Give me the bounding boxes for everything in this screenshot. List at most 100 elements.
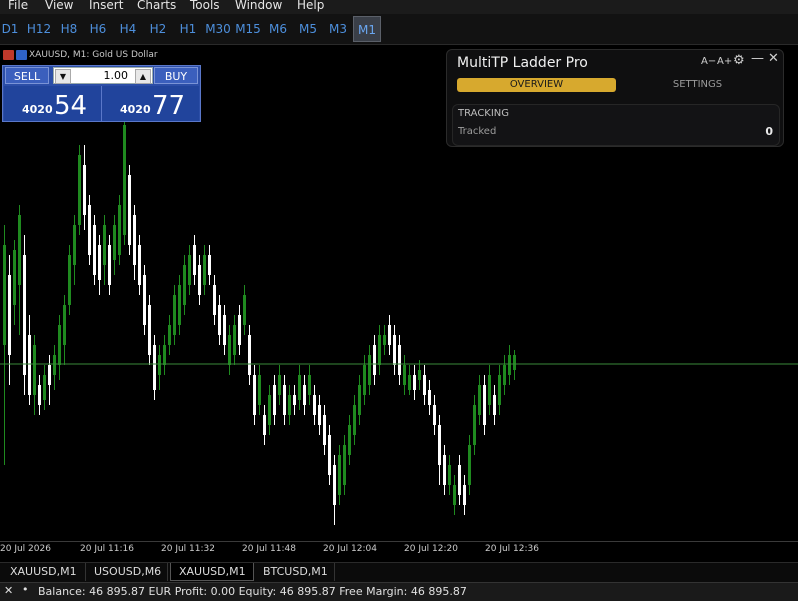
candle-body bbox=[443, 455, 446, 485]
timeframe-h1[interactable]: H1 bbox=[177, 16, 199, 42]
candle-body bbox=[333, 465, 336, 505]
candle-body bbox=[178, 285, 181, 325]
candle-body bbox=[288, 395, 291, 415]
sell-price-button[interactable]: 4020 54 bbox=[4, 86, 102, 121]
timeframe-d1[interactable]: D1 bbox=[0, 16, 20, 42]
candle-body bbox=[353, 405, 356, 435]
timeframe-m5[interactable]: M5 bbox=[297, 16, 319, 42]
trade-icon[interactable] bbox=[16, 49, 27, 60]
candle-body bbox=[398, 345, 401, 375]
lot-size-field[interactable]: ▼ 1.00 ▲ bbox=[53, 67, 153, 84]
candle-body bbox=[253, 375, 256, 415]
candle-body bbox=[263, 415, 266, 435]
sell-button[interactable]: SELL bbox=[5, 67, 49, 84]
account-summary: Balance: 46 895.87 EUR Profit: 0.00 Equi… bbox=[38, 585, 467, 598]
candle-body bbox=[448, 465, 451, 485]
tab-settings[interactable]: SETTINGS bbox=[622, 78, 773, 92]
menu-view[interactable]: View bbox=[45, 0, 73, 12]
candle-body bbox=[103, 225, 106, 265]
candle-body bbox=[63, 305, 66, 345]
tab-overview[interactable]: OVERVIEW bbox=[457, 78, 616, 92]
candle-body bbox=[283, 385, 286, 415]
buy-button[interactable]: BUY bbox=[154, 67, 198, 84]
candle-body bbox=[108, 245, 111, 285]
candle-body bbox=[183, 265, 186, 305]
timeframe-h6[interactable]: H6 bbox=[87, 16, 109, 42]
candle-body bbox=[463, 485, 466, 505]
buy-price-pips: 77 bbox=[152, 91, 186, 121]
menu-tools[interactable]: Tools bbox=[190, 0, 220, 12]
buy-price-button[interactable]: 4020 77 bbox=[102, 86, 199, 121]
candle-body bbox=[438, 425, 441, 465]
chart-tab-xauusd-m1[interactable]: XAUUSD,M1 bbox=[2, 563, 86, 581]
close-icon[interactable]: ✕ bbox=[768, 51, 779, 66]
chart-tab-usousd-m6[interactable]: USOUSD,M6 bbox=[86, 563, 168, 581]
font-decrease-button[interactable]: A− bbox=[701, 56, 716, 67]
candle-body bbox=[38, 385, 41, 405]
candle-body bbox=[273, 385, 276, 415]
timeframe-m30[interactable]: M30 bbox=[204, 16, 232, 42]
chart-tab-xauusd-m1-active[interactable]: XAUUSD,M1 bbox=[170, 563, 254, 581]
settings-gear-icon[interactable]: ⚙ bbox=[733, 53, 745, 68]
price-chart[interactable]: XAUUSD, M1: Gold US Dollar SELL ▼ 1.00 ▲… bbox=[0, 45, 798, 562]
menu-file[interactable]: File bbox=[8, 0, 28, 12]
timeframe-toolbar: D1 H12 H8 H6 H4 H2 H1 M30 M15 M6 M5 M3 M… bbox=[0, 14, 798, 45]
chart-icon bbox=[3, 49, 14, 60]
candle-body bbox=[428, 390, 431, 405]
timeframe-m1[interactable]: M1 bbox=[353, 16, 381, 42]
lot-decrease-icon[interactable]: ▼ bbox=[55, 69, 71, 84]
candle-body bbox=[113, 225, 116, 260]
candle-body bbox=[73, 225, 76, 265]
timeframe-m3[interactable]: M3 bbox=[327, 16, 349, 42]
timeframe-m15[interactable]: M15 bbox=[234, 16, 262, 42]
one-click-trading-panel: SELL ▼ 1.00 ▲ BUY 4020 54 4020 77 bbox=[2, 65, 201, 122]
multitp-panel: MultiTP Ladder Pro A− A+ ⚙ — ✕ OVERVIEW … bbox=[446, 49, 784, 147]
timeframe-h4[interactable]: H4 bbox=[117, 16, 139, 42]
candle-body bbox=[498, 375, 501, 405]
candle-body bbox=[213, 285, 216, 315]
menu-charts[interactable]: Charts bbox=[137, 0, 176, 12]
candle-body bbox=[243, 295, 246, 325]
candle-body bbox=[493, 395, 496, 415]
candle-body bbox=[158, 355, 161, 375]
candle-body bbox=[233, 325, 236, 355]
candle-body bbox=[358, 385, 361, 415]
font-increase-button[interactable]: A+ bbox=[717, 56, 732, 67]
sell-price-prefix: 4020 bbox=[22, 103, 53, 116]
timeframe-m6[interactable]: M6 bbox=[267, 16, 289, 42]
time-label: 20 Jul 12:36 bbox=[485, 544, 539, 554]
timeframe-h2[interactable]: H2 bbox=[147, 16, 169, 42]
candle-body bbox=[388, 325, 391, 345]
close-trade-panel-icon[interactable]: ✕ bbox=[4, 584, 13, 597]
candle-body bbox=[418, 370, 421, 380]
chart-tabs: XAUUSD,M1 USOUSD,M6 XAUUSD,M1 BTCUSD,M1 bbox=[0, 562, 798, 582]
sell-price-pips: 54 bbox=[54, 91, 88, 121]
candle-body bbox=[43, 375, 46, 400]
candle-body bbox=[143, 275, 146, 325]
lot-size-value[interactable]: 1.00 bbox=[104, 68, 129, 84]
time-label: 20 Jul 12:04 bbox=[323, 544, 377, 554]
candle-body bbox=[343, 445, 346, 485]
candle-body bbox=[8, 275, 11, 355]
timeframe-h12[interactable]: H12 bbox=[25, 16, 53, 42]
candle-body bbox=[323, 415, 326, 445]
candle-body bbox=[13, 250, 16, 305]
candle-body bbox=[138, 245, 141, 285]
minimize-icon[interactable]: — bbox=[751, 51, 764, 66]
timeframe-h8[interactable]: H8 bbox=[58, 16, 80, 42]
chart-symbol-text: XAUUSD, M1: Gold US Dollar bbox=[29, 50, 158, 60]
menu-help[interactable]: Help bbox=[297, 0, 324, 12]
candle-body bbox=[433, 405, 436, 425]
lot-increase-icon[interactable]: ▲ bbox=[135, 69, 151, 84]
candle-body bbox=[188, 255, 191, 285]
tracking-card: TRACKING Tracked 0 bbox=[452, 104, 780, 146]
candle-body bbox=[328, 435, 331, 475]
candle-body bbox=[468, 445, 471, 485]
menu-window[interactable]: Window bbox=[235, 0, 282, 12]
candle-body bbox=[198, 265, 201, 295]
menu-insert[interactable]: Insert bbox=[89, 0, 123, 12]
multitp-title: MultiTP Ladder Pro bbox=[457, 55, 588, 71]
account-status-bar: ✕ • Balance: 46 895.87 EUR Profit: 0.00 … bbox=[0, 582, 798, 601]
candle-body bbox=[248, 335, 251, 375]
chart-tab-btcusd-m1[interactable]: BTCUSD,M1 bbox=[255, 563, 335, 581]
